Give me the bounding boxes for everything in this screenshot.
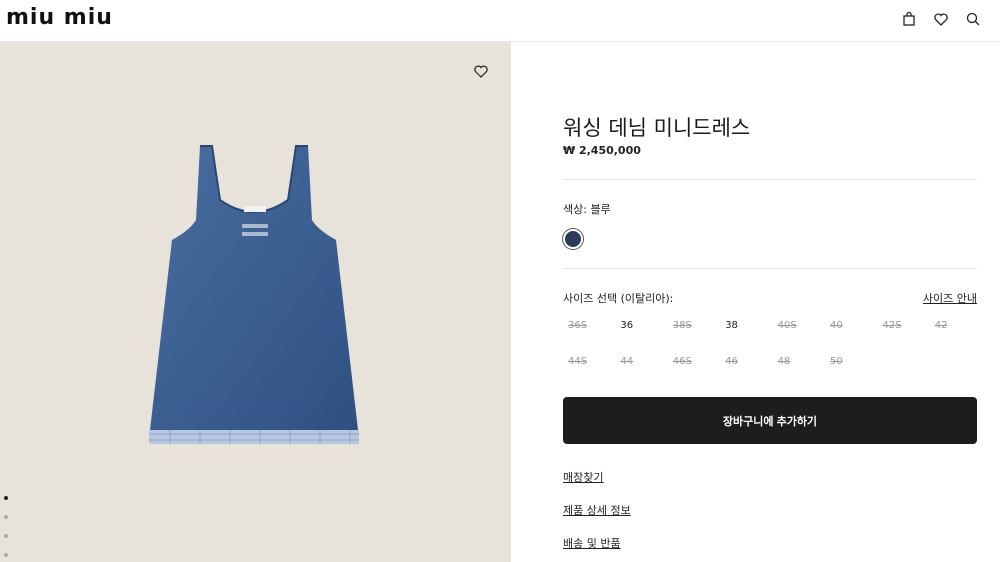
product-title: 워싱 데님 미니드레스 <box>563 116 751 140</box>
site-header: miu miu <box>0 0 1000 42</box>
size-option-44s[interactable]: 44S <box>568 356 608 367</box>
product-price: ₩ 2,450,000 <box>563 144 641 157</box>
store-finder-link[interactable]: 매장찾기 <box>563 469 603 485</box>
divider <box>563 179 977 180</box>
gallery-pagination <box>4 496 10 562</box>
brand-logo[interactable]: miu miu <box>6 5 113 31</box>
size-option-40[interactable]: 40 <box>830 320 870 331</box>
size-guide-link[interactable]: 사이즈 안내 <box>923 290 977 306</box>
size-option-46[interactable]: 46 <box>725 356 765 367</box>
size-option-40s[interactable]: 40S <box>778 320 818 331</box>
gallery-dot[interactable] <box>4 534 8 538</box>
product-details-link[interactable]: 제품 상세 정보 <box>563 502 631 518</box>
color-swatch-blue[interactable] <box>563 229 583 249</box>
gallery-dot[interactable] <box>4 553 8 557</box>
size-option-38s[interactable]: 38S <box>673 320 713 331</box>
bag-icon[interactable] <box>900 10 918 28</box>
size-option-50[interactable]: 50 <box>830 356 870 367</box>
size-option-38[interactable]: 38 <box>725 320 765 331</box>
size-option-48[interactable]: 48 <box>778 356 818 367</box>
divider <box>563 268 977 269</box>
add-to-cart-button[interactable]: 장바구니에 추가하기 <box>563 397 977 444</box>
size-option-42s[interactable]: 42S <box>882 320 922 331</box>
search-icon[interactable] <box>964 10 982 28</box>
heart-icon[interactable] <box>932 10 950 28</box>
size-option-44[interactable]: 44 <box>620 356 660 367</box>
product-image <box>149 145 359 444</box>
size-option-42[interactable]: 42 <box>935 320 975 331</box>
shipping-returns-link[interactable]: 배송 및 반품 <box>563 535 621 551</box>
size-option-36s[interactable]: 36S <box>568 320 608 331</box>
gallery-dot[interactable] <box>4 496 8 500</box>
size-option-36[interactable]: 36 <box>620 320 660 331</box>
wishlist-heart-icon[interactable] <box>471 61 491 81</box>
product-gallery[interactable] <box>0 42 511 562</box>
gallery-dot[interactable] <box>4 515 8 519</box>
size-option-46s[interactable]: 46S <box>673 356 713 367</box>
size-select-label: 사이즈 선택 (이탈리아): <box>563 292 674 305</box>
color-label: 색상: 블루 <box>563 203 611 216</box>
